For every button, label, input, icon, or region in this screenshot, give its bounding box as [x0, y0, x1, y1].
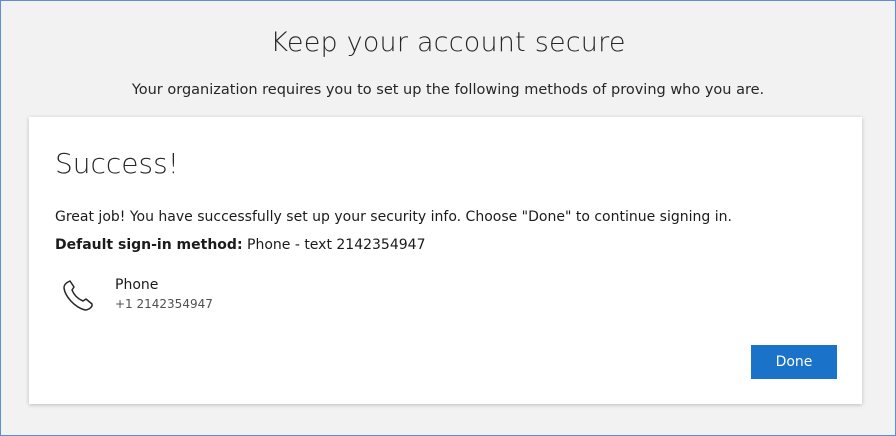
- success-message: Great job! You have successfully set up …: [55, 209, 732, 225]
- page-title: Keep your account secure: [270, 27, 626, 58]
- default-sign-in-method: Default sign-in method: Phone - text 214…: [55, 237, 425, 253]
- default-method-value: Phone - text 2142354947: [247, 237, 426, 253]
- success-heading: Success!: [55, 147, 179, 180]
- method-name: Phone: [115, 277, 159, 293]
- phone-icon: [61, 277, 97, 313]
- success-card: Success! Great job! You have successfull…: [29, 117, 862, 404]
- method-number: +1 2142354947: [115, 297, 213, 311]
- default-method-label: Default sign-in method:: [55, 237, 243, 253]
- done-button[interactable]: Done: [751, 345, 837, 379]
- window-frame: Keep your account secure Your organizati…: [0, 0, 896, 436]
- page-subtitle: Your organization requires you to set up…: [131, 82, 765, 98]
